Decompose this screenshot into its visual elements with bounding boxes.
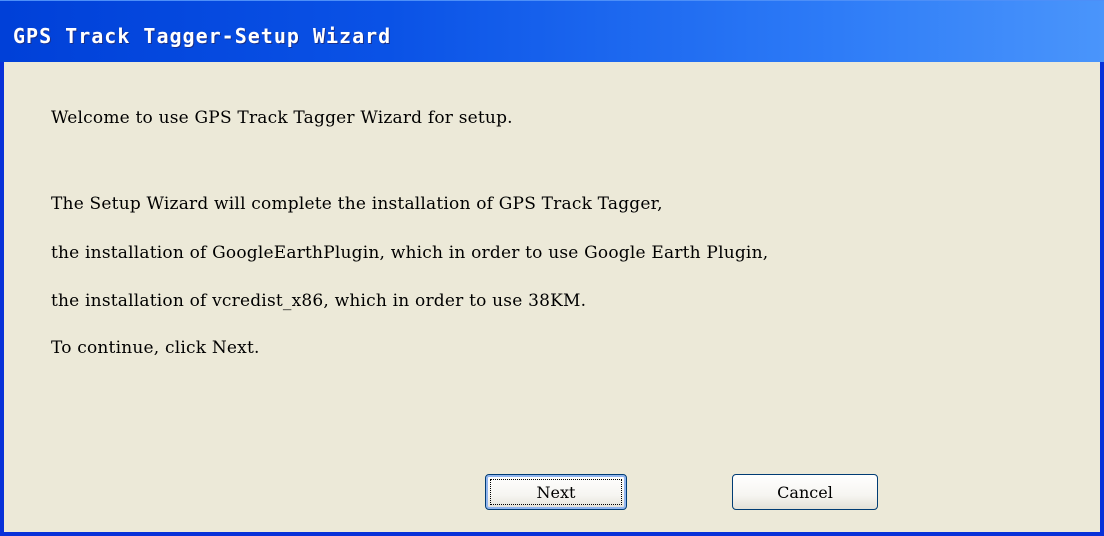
focus-rectangle: [490, 479, 622, 505]
setup-wizard-window: GPS Track Tagger-Setup Wizard Welcome to…: [0, 0, 1104, 536]
description-line-3: the installation of vcredist_x86, which …: [51, 291, 587, 311]
window-title: GPS Track Tagger-Setup Wizard: [13, 24, 392, 48]
title-bar[interactable]: GPS Track Tagger-Setup Wizard: [0, 0, 1104, 62]
description-line-1: The Setup Wizard will complete the insta…: [51, 194, 663, 214]
cancel-button-label: Cancel: [777, 482, 833, 502]
next-button[interactable]: Next: [485, 474, 627, 510]
description-line-2: the installation of GoogleEarthPlugin, w…: [51, 243, 769, 263]
wizard-content: Welcome to use GPS Track Tagger Wizard f…: [4, 62, 1100, 532]
continue-instruction: To continue, click Next.: [51, 338, 260, 358]
cancel-button[interactable]: Cancel: [732, 474, 878, 510]
welcome-text: Welcome to use GPS Track Tagger Wizard f…: [51, 108, 513, 128]
